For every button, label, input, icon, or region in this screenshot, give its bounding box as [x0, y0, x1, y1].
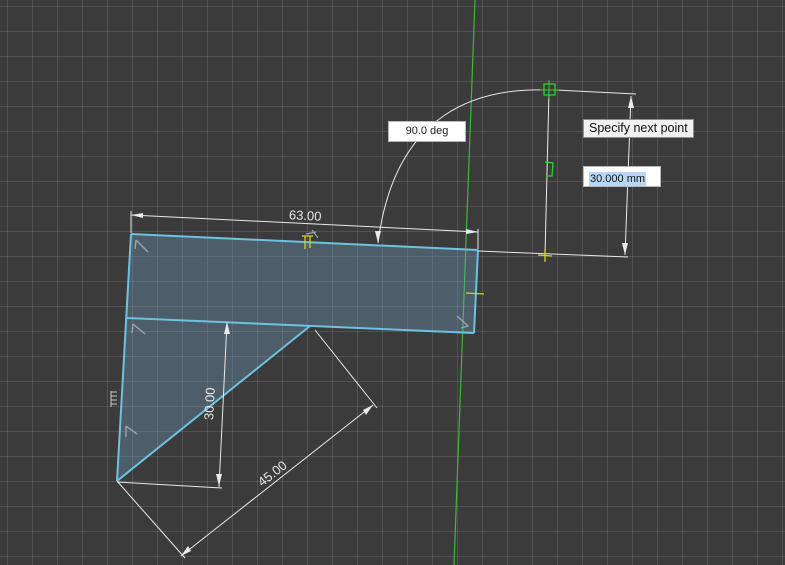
- perpendicular-constraint-icon: [305, 229, 319, 239]
- fixed-constraint-icon: [110, 391, 117, 407]
- angle-arc: [377, 89, 547, 244]
- dimension-height-label: 30.00: [201, 387, 218, 420]
- drawing-viewport[interactable]: 63.00 30.00 45.00 90.0 deg Specify next …: [0, 0, 785, 565]
- sketch-layer[interactable]: 63.00 30.00 45.00: [0, 0, 785, 565]
- extension-line-top: [554, 89, 637, 95]
- length-input[interactable]: 30.000 mm: [583, 166, 661, 187]
- perpendicular-preview-icon: [544, 161, 554, 177]
- top-rectangle-face[interactable]: [127, 234, 478, 333]
- command-tooltip: Specify next point: [583, 119, 694, 138]
- dimension-width-label: 63.00: [289, 207, 322, 224]
- extension-line-bottom: [477, 250, 629, 258]
- angle-arc-arrow: [375, 231, 381, 243]
- angle-input[interactable]: 90.0 deg: [388, 121, 466, 142]
- snap-point-icon[interactable]: [540, 80, 559, 99]
- preview-line: [544, 89, 550, 256]
- length-input-value: 30.000 mm: [589, 172, 647, 186]
